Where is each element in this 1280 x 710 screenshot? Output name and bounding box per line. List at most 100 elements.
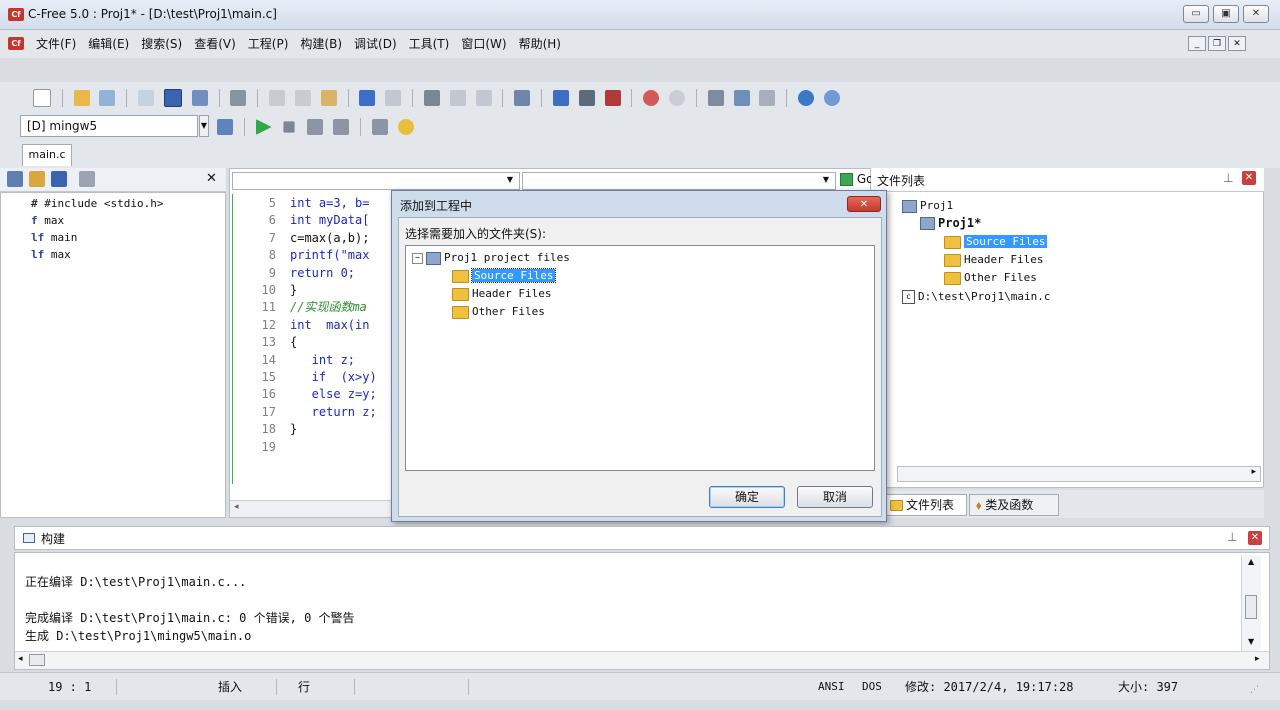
new-file-icon[interactable] — [33, 89, 51, 107]
replace-icon[interactable] — [475, 90, 492, 106]
close-button[interactable]: ✕ — [1243, 5, 1269, 23]
build-hscrollbar[interactable]: ◂ ▸ — [15, 651, 1269, 669]
help-icon[interactable] — [797, 90, 814, 106]
compiler-options-icon[interactable] — [217, 119, 233, 135]
menu-items: 文件(F) 编辑(E) 搜索(S) 查看(V) 工程(P) 构建(B) 调试(D) 工具(T)… — [30, 30, 567, 58]
menu-item[interactable]: 构建(B) — [294, 30, 348, 58]
close-icon[interactable]: ✕ — [206, 171, 217, 186]
build-vscrollbar[interactable]: ▲ ▼ — [1241, 555, 1261, 651]
minimize-button[interactable]: ▭ — [1183, 5, 1209, 23]
tab-main-c[interactable]: main.c — [22, 144, 72, 166]
symbol-max-decl[interactable]: f max — [31, 212, 64, 229]
symbol-main[interactable]: lf main — [31, 229, 77, 246]
compiler-dropdown-arrow[interactable]: ▼ — [199, 115, 209, 137]
menu-item[interactable]: 调试(D) — [348, 30, 403, 58]
clear-bookmarks-icon[interactable] — [759, 90, 776, 106]
open-folder-icon[interactable] — [73, 90, 90, 106]
mdi-close-button[interactable]: ✕ — [1228, 36, 1246, 51]
forward-icon[interactable] — [669, 90, 686, 106]
close-file-icon[interactable] — [138, 90, 155, 106]
file-view-icon[interactable] — [51, 171, 67, 187]
back-icon[interactable] — [643, 90, 660, 106]
dialog-folder-other[interactable]: Other Files — [452, 303, 545, 320]
find-icon[interactable] — [423, 90, 440, 106]
tree-file-label: D:\test\Proj1\main.c — [918, 290, 1051, 303]
scope-select[interactable]: ▼ — [232, 172, 520, 190]
bookmark-icon[interactable] — [707, 90, 724, 106]
line-text: return z; — [290, 404, 377, 419]
line-text: return 0; — [290, 265, 356, 280]
build-icon[interactable] — [333, 119, 350, 135]
save-all-icon[interactable] — [191, 90, 208, 106]
format-icon[interactable] — [552, 90, 569, 106]
next-bookmark-icon[interactable] — [733, 90, 750, 106]
uncomment-icon[interactable] — [604, 90, 621, 106]
mdi-minimize-button[interactable]: _ — [1188, 36, 1206, 51]
print-icon[interactable] — [230, 90, 247, 106]
tab-classes[interactable]: ⬧ 类及函数 — [969, 494, 1059, 516]
file-list-hscrollbar[interactable]: ▸ — [897, 466, 1261, 482]
pin-icon[interactable]: ⊥ — [1227, 530, 1237, 544]
copy-icon[interactable] — [294, 90, 311, 106]
compile-icon[interactable] — [307, 119, 324, 135]
redo-icon[interactable] — [385, 90, 402, 106]
menu-item[interactable]: 文件(F) — [30, 30, 82, 58]
tree-folder-header[interactable]: Header Files — [944, 251, 1043, 268]
menu-item[interactable]: 编辑(E) — [82, 30, 135, 58]
line-number: 15 — [261, 370, 276, 385]
compiler-select[interactable]: [D] mingw5 — [20, 115, 198, 137]
comment-icon[interactable] — [578, 90, 595, 106]
close-icon[interactable]: ✕ — [1248, 531, 1262, 545]
save-icon[interactable] — [163, 89, 182, 107]
resize-grip-icon[interactable]: ⋰ — [1250, 685, 1259, 695]
symbol-include[interactable]: # #include <stdio.h> — [31, 195, 163, 212]
tree-file[interactable]: c D:\test\Proj1\main.c — [902, 288, 1050, 305]
stop-icon[interactable] — [283, 121, 296, 133]
menu-item[interactable]: 查看(V) — [188, 30, 242, 58]
tab-file-list[interactable]: 文件列表 — [883, 494, 967, 516]
dialog-body: 选择需要加入的文件夹(S): − Proj1 project files Sour… — [398, 217, 882, 517]
menu-item[interactable]: 工具(T) — [403, 30, 456, 58]
menu-item[interactable]: 窗口(W) — [455, 30, 512, 58]
paste-icon[interactable] — [320, 90, 337, 106]
run-icon[interactable] — [255, 119, 272, 135]
ok-button[interactable]: 确定 — [709, 486, 785, 508]
dialog-title: 添加到工程中 — [400, 199, 473, 213]
list-view-icon[interactable] — [79, 171, 95, 187]
function-select[interactable]: ▼ — [522, 172, 836, 190]
about-icon[interactable] — [823, 90, 840, 106]
separator — [126, 89, 128, 107]
folder-icon — [890, 500, 903, 511]
dialog-folder-source[interactable]: Source Files — [452, 267, 557, 284]
rebuild-icon[interactable] — [371, 119, 388, 135]
tree-project[interactable]: Proj1* — [920, 215, 981, 232]
mdi-restore-button[interactable]: ❐ — [1208, 36, 1226, 51]
maximize-button[interactable]: ▣ — [1213, 5, 1239, 23]
cancel-button[interactable]: 取消 — [797, 486, 873, 508]
find-next-icon[interactable] — [449, 90, 466, 106]
undo-icon[interactable] — [359, 90, 376, 106]
open-project-icon[interactable] — [99, 90, 116, 106]
menu-item[interactable]: 帮助(H) — [513, 30, 567, 58]
build-icon — [23, 533, 35, 543]
tree-folder-other[interactable]: Other Files — [944, 269, 1037, 286]
menu-item[interactable]: 工程(P) — [242, 30, 295, 58]
sort-icon[interactable] — [7, 171, 23, 187]
dialog-folder-label: Header Files — [472, 287, 552, 300]
dialog-tree-root[interactable]: − Proj1 project files — [412, 249, 570, 266]
close-icon[interactable]: ✕ — [1242, 171, 1256, 185]
menu-item[interactable]: 搜索(S) — [135, 30, 188, 58]
dialog-folder-header[interactable]: Header Files — [452, 285, 551, 302]
dialog-close-button[interactable]: ✕ — [847, 196, 881, 212]
window-title: C-Free 5.0 : Proj1* - [D:\test\Proj1\mai… — [28, 7, 277, 21]
find-in-files-icon[interactable] — [514, 90, 531, 106]
tree-folder-source[interactable]: Source Files — [944, 233, 1048, 250]
symbol-max-def[interactable]: lf max — [31, 246, 71, 263]
line-text: } — [290, 283, 298, 298]
pin-icon[interactable]: ⊥ — [1223, 171, 1233, 185]
cut-icon[interactable] — [269, 90, 286, 106]
debug-hand-icon[interactable] — [397, 119, 414, 135]
tree-root[interactable]: Proj1 — [902, 197, 953, 214]
line-number: 8 — [268, 248, 276, 263]
class-view-icon[interactable] — [29, 171, 45, 187]
